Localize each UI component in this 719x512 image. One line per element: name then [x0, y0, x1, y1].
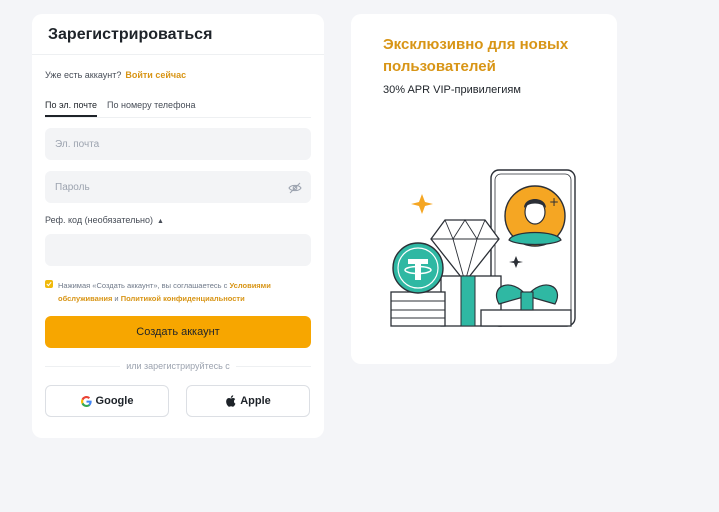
- or-text-row: или зарегистрируйтесь с: [32, 361, 324, 371]
- or-text: или зарегистрируйтесь с: [120, 361, 236, 371]
- promo-card: Эксклюзивно для новых пользователей 30% …: [351, 14, 617, 364]
- ref-code-label: Реф. код (необязательно): [45, 215, 153, 225]
- google-button[interactable]: Google: [45, 385, 169, 417]
- tabs-divider: [45, 117, 311, 118]
- svg-text:+: +: [549, 195, 559, 209]
- ref-code-toggle[interactable]: Реф. код (необязательно) ▲: [45, 215, 164, 225]
- agree-text: Нажимая «Создать аккаунт», вы соглашаете…: [58, 279, 314, 305]
- promo-subtitle: 30% APR VIP-привилегиям: [383, 84, 521, 96]
- agree-and: и: [112, 294, 121, 303]
- create-account-button[interactable]: Создать аккаунт: [45, 316, 311, 348]
- login-link[interactable]: Войти сейчас: [125, 70, 186, 80]
- apple-icon: [225, 395, 236, 407]
- google-label: Google: [95, 395, 134, 407]
- have-account-text: Уже есть аккаунт?: [45, 70, 122, 80]
- tab-phone[interactable]: По номеру телефона: [107, 100, 195, 115]
- page-title: Зарегистрироваться: [48, 26, 213, 43]
- privacy-link[interactable]: Политикой конфиденциальности: [121, 294, 245, 303]
- email-field[interactable]: [45, 128, 311, 160]
- signup-form-card: Зарегистрироваться Уже есть аккаунт? Войт…: [32, 14, 324, 438]
- have-account-row: Уже есть аккаунт? Войти сейчас: [45, 70, 186, 80]
- google-icon: [80, 395, 92, 407]
- ref-code-field[interactable]: [45, 234, 311, 266]
- apple-label: Apple: [240, 395, 271, 407]
- tab-email[interactable]: По эл. почте: [45, 100, 98, 117]
- promo-illustration: +: [390, 169, 576, 327]
- title-divider: [32, 54, 324, 55]
- apple-button[interactable]: Apple: [186, 385, 310, 417]
- password-field[interactable]: [45, 171, 311, 203]
- agree-checkbox[interactable]: [45, 280, 53, 288]
- promo-title: Эксклюзивно для новых пользователей: [383, 36, 569, 75]
- eye-off-icon[interactable]: [288, 181, 302, 194]
- agree-prefix: Нажимая «Создать аккаунт», вы соглашаете…: [58, 281, 230, 290]
- checkbox-check-icon: [46, 281, 52, 287]
- caret-up-icon: ▲: [157, 218, 164, 225]
- signup-method-tabs: По эл. почте По номеру телефона: [45, 100, 205, 117]
